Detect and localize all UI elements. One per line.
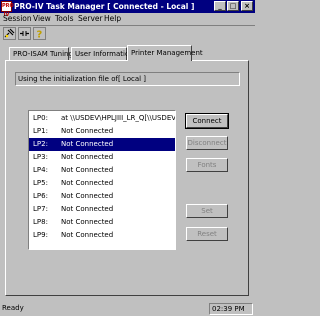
- printer-status: Not Connected: [61, 205, 114, 213]
- printer-status: Not Connected: [61, 231, 114, 239]
- app-icon[interactable]: PRO IV: [1, 1, 14, 18]
- printer-status: Not Connected: [61, 192, 114, 200]
- plug-icon: [4, 28, 15, 38]
- close-button[interactable]: ×: [241, 1, 253, 11]
- menu-view[interactable]: View: [33, 14, 51, 24]
- printer-row[interactable]: LP0: at \\USDEV\HPLJIII_LR_Q[\\USDEV\: [29, 112, 175, 125]
- connect-tool-button[interactable]: [3, 27, 16, 40]
- help-icon: ?: [37, 30, 43, 41]
- printer-port-label: LP8:: [33, 218, 48, 226]
- minimize-button[interactable]: _: [214, 1, 226, 11]
- tab-printer-management[interactable]: Printer Management: [127, 45, 203, 61]
- fonts-button[interactable]: Fonts: [186, 158, 228, 172]
- printer-status: Not Connected: [61, 179, 114, 187]
- printer-row[interactable]: LP6: Not Connected: [29, 190, 175, 203]
- printer-row[interactable]: LP4: Not Connected: [29, 164, 175, 177]
- help-tool-button[interactable]: ?: [33, 27, 46, 41]
- menu-session[interactable]: Session: [3, 14, 32, 24]
- printer-port-label: LP2:: [33, 140, 48, 148]
- init-file-label: Using the initialization file of[ Local …: [15, 72, 240, 86]
- printer-port-label: LP9:: [33, 231, 48, 239]
- printer-row[interactable]: LP2: Not Connected: [29, 138, 175, 151]
- status-bar: Ready 02:39 PM: [0, 302, 255, 316]
- maximize-button[interactable]: □: [227, 1, 239, 11]
- menu-bar: Session View Tools Server Help: [0, 13, 255, 25]
- disconnect-tool-button[interactable]: [18, 27, 31, 40]
- main-window: PRO IV PRO-IV Task Manager [ Connected -…: [0, 0, 255, 316]
- tab-user-information[interactable]: User Information: [71, 47, 134, 60]
- printer-port-label: LP6:: [33, 192, 48, 200]
- printer-port-label: LP7:: [33, 205, 48, 213]
- printer-row[interactable]: LP8: Not Connected: [29, 216, 175, 229]
- printer-port-label: LP0:: [33, 114, 48, 122]
- status-text: Ready: [2, 304, 24, 312]
- tab-pro-isam-tuning[interactable]: PRO-ISAM Tuning: [9, 47, 73, 60]
- printer-status: Not Connected: [61, 140, 114, 148]
- menu-help[interactable]: Help: [104, 14, 121, 24]
- printer-status: Not Connected: [61, 166, 114, 174]
- window-title: PRO-IV Task Manager [ Connected - Local …: [14, 2, 195, 11]
- connect-button[interactable]: Connect: [185, 113, 229, 129]
- printer-list[interactable]: LP0: at \\USDEV\HPLJIII_LR_Q[\\USDEV\ LP1:…: [28, 110, 176, 250]
- printer-row[interactable]: LP3: Not Connected: [29, 151, 175, 164]
- menu-tools[interactable]: Tools: [55, 14, 73, 24]
- toolbar: ?: [0, 25, 255, 41]
- set-button[interactable]: Set: [186, 204, 228, 218]
- printer-row[interactable]: LP9: Not Connected: [29, 229, 175, 242]
- printer-row[interactable]: LP1: Not Connected: [29, 125, 175, 138]
- disconnect-icon: [20, 31, 29, 36]
- printer-port-label: LP5:: [33, 179, 48, 187]
- reset-button[interactable]: Reset: [186, 227, 228, 241]
- printer-row[interactable]: LP5: Not Connected: [29, 177, 175, 190]
- disconnect-button[interactable]: Disconnect: [186, 136, 228, 150]
- printer-row[interactable]: LP7: Not Connected: [29, 203, 175, 216]
- printer-status: at \\USDEV\HPLJIII_LR_Q[\\USDEV\: [61, 114, 176, 122]
- menu-server[interactable]: Server: [78, 14, 103, 24]
- printer-status: Not Connected: [61, 153, 114, 161]
- svg-text:?: ?: [37, 30, 43, 40]
- printer-port-label: LP3:: [33, 153, 48, 161]
- printer-status: Not Connected: [61, 127, 114, 135]
- title-bar[interactable]: PRO IV PRO-IV Task Manager [ Connected -…: [0, 0, 255, 18]
- printer-port-label: LP4:: [33, 166, 48, 174]
- printer-status: Not Connected: [61, 218, 114, 226]
- status-clock: 02:39 PM: [209, 303, 253, 315]
- printer-port-label: LP1:: [33, 127, 48, 135]
